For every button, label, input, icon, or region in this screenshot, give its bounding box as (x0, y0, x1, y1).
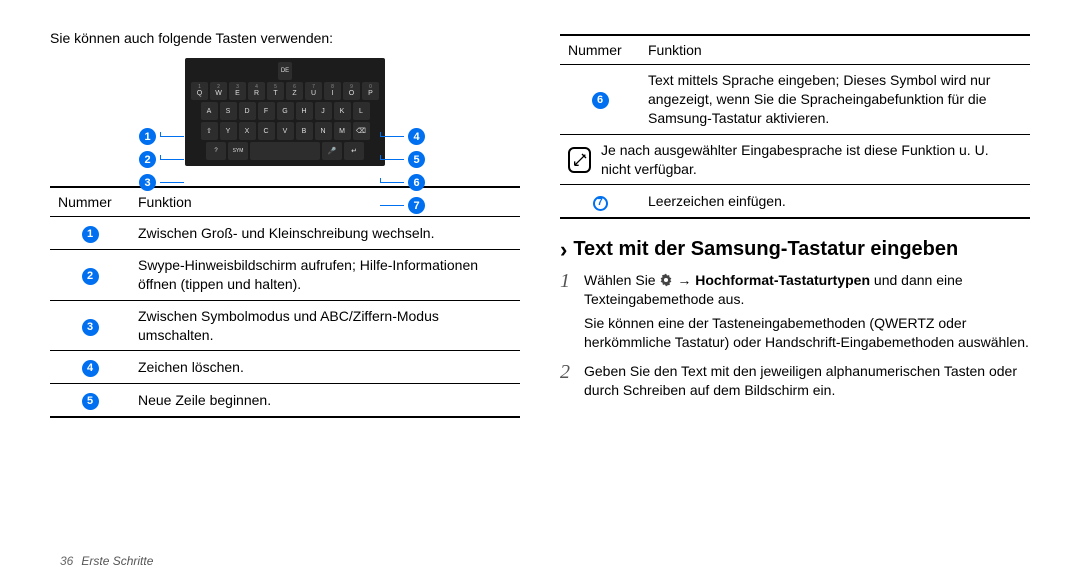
table-header-function: Funktion (640, 35, 1030, 65)
help-key: ? (206, 142, 226, 160)
row-number-badge: 4 (82, 360, 99, 377)
key: 2W (210, 82, 227, 100)
keyboard-body: DE 1Q 2W 3E 4R 5T 6Z 7U 8I 9O 0P (185, 58, 385, 166)
step-body: Wählen Sie → Hochformat-Tastaturtypen un… (584, 271, 1030, 353)
key: N (315, 122, 332, 140)
step-list: 1 Wählen Sie → Hochformat-Tastaturtypen … (560, 271, 1030, 400)
note-text: Je nach ausgewählter Eingabesprache ist … (601, 141, 1022, 179)
key: 1Q (191, 82, 208, 100)
key: F (258, 102, 275, 120)
lang-key: DE (278, 62, 292, 80)
step-number: 2 (560, 362, 574, 400)
mic-key: 🎤 (322, 142, 342, 160)
section-heading: Text mit der Samsung-Tastatur eingeben (560, 237, 1030, 263)
key: 0P (362, 82, 379, 100)
callout-badge: 5 (408, 151, 425, 168)
table-header-number: Nummer (560, 35, 640, 65)
row-number-badge: 5 (82, 393, 99, 410)
row-text: Swype-Hinweisbildschirm aufrufen; Hilfe-… (130, 249, 520, 300)
table-header-number: Nummer (50, 187, 130, 217)
table-row: 7 Leerzeichen einfügen. (560, 185, 1030, 218)
table-row: 4 Zeichen löschen. (50, 351, 520, 384)
key: 5T (267, 82, 284, 100)
function-table-left: Nummer Funktion 1 Zwischen Groß- und Kle… (50, 186, 520, 418)
callouts-left: 1 2 3 (139, 128, 184, 191)
callout-badge: 1 (139, 128, 156, 145)
key: 7U (305, 82, 322, 100)
row-text: Neue Zeile beginnen. (130, 384, 520, 417)
row-text: Leerzeichen einfügen. (640, 185, 1030, 218)
keyboard-row: 1Q 2W 3E 4R 5T 6Z 7U 8I 9O 0P (189, 82, 381, 100)
table-row: 1 Zwischen Groß- und Kleinschreibung wec… (50, 217, 520, 250)
key: V (277, 122, 294, 140)
callout-badge: 7 (408, 197, 425, 214)
sym-key: SYM (228, 142, 248, 160)
row-number-badge: 2 (82, 268, 99, 285)
callout-badge: 6 (408, 174, 425, 191)
table-row: 5 Neue Zeile beginnen. (50, 384, 520, 417)
table-note-row: Je nach ausgewählter Eingabesprache ist … (560, 134, 1030, 185)
key: S (220, 102, 237, 120)
key: X (239, 122, 256, 140)
function-table-right: Nummer Funktion 6 Text mittels Sprache e… (560, 34, 1030, 219)
key: D (239, 102, 256, 120)
key: Y (220, 122, 237, 140)
key: B (296, 122, 313, 140)
step-item: 1 Wählen Sie → Hochformat-Tastaturtypen … (560, 271, 1030, 353)
keyboard-row: ? SYM 🎤 ↵ (189, 142, 381, 160)
key: M (334, 122, 351, 140)
row-text: Text mittels Sprache eingeben; Dieses Sy… (640, 65, 1030, 135)
row-number-badge: 3 (82, 319, 99, 336)
page-footer: 36 Erste Schritte (60, 554, 153, 568)
table-row: 6 Text mittels Sprache eingeben; Dieses … (560, 65, 1030, 135)
key: K (334, 102, 351, 120)
key: C (258, 122, 275, 140)
key: 3E (229, 82, 246, 100)
key: L (353, 102, 370, 120)
callouts-right: 4 5 6 7 (380, 128, 425, 214)
keyboard-illustration: DE 1Q 2W 3E 4R 5T 6Z 7U 8I 9O 0P (50, 58, 520, 166)
row-text: Zwischen Groß- und Kleinschreibung wechs… (130, 217, 520, 250)
row-text: Zeichen löschen. (130, 351, 520, 384)
key: A (201, 102, 218, 120)
footer-section: Erste Schritte (81, 554, 153, 568)
key: H (296, 102, 313, 120)
key: G (277, 102, 294, 120)
space-key (250, 142, 320, 160)
intro-text: Sie können auch folgende Tasten verwende… (50, 30, 520, 46)
row-number-badge: 6 (592, 92, 609, 109)
callout-badge: 3 (139, 174, 156, 191)
keyboard-row: ⇧ Y X C V B N M ⌫ (189, 122, 381, 140)
row-number-badge: 1 (82, 226, 99, 243)
row-number-badge: 7 (593, 196, 608, 211)
step-body: Geben Sie den Text mit den jeweiligen al… (584, 362, 1030, 400)
shift-key: ⇧ (201, 122, 218, 140)
key: 8I (324, 82, 341, 100)
table-header-function: Funktion (130, 187, 520, 217)
key: J (315, 102, 332, 120)
row-text: Zwischen Symbolmodus und ABC/Ziffern-Mod… (130, 300, 520, 351)
step-item: 2 Geben Sie den Text mit den jeweiligen … (560, 362, 1030, 400)
keyboard-lang-row: DE (189, 62, 381, 80)
key: 4R (248, 82, 265, 100)
table-row: 2 Swype-Hinweisbildschirm aufrufen; Hilf… (50, 249, 520, 300)
step-number: 1 (560, 271, 574, 353)
backspace-key: ⌫ (353, 122, 370, 140)
table-row: 3 Zwischen Symbolmodus und ABC/Ziffern-M… (50, 300, 520, 351)
callout-badge: 4 (408, 128, 425, 145)
key: 9O (343, 82, 360, 100)
step-extra: Sie können eine der Tasteneingabemethode… (584, 314, 1030, 352)
gear-icon (659, 273, 673, 287)
enter-key: ↵ (344, 142, 364, 160)
note-icon (568, 147, 591, 173)
callout-badge: 2 (139, 151, 156, 168)
page-number: 36 (60, 554, 73, 568)
key: 6Z (286, 82, 303, 100)
keyboard-row: A S D F G H J K L (189, 102, 381, 120)
